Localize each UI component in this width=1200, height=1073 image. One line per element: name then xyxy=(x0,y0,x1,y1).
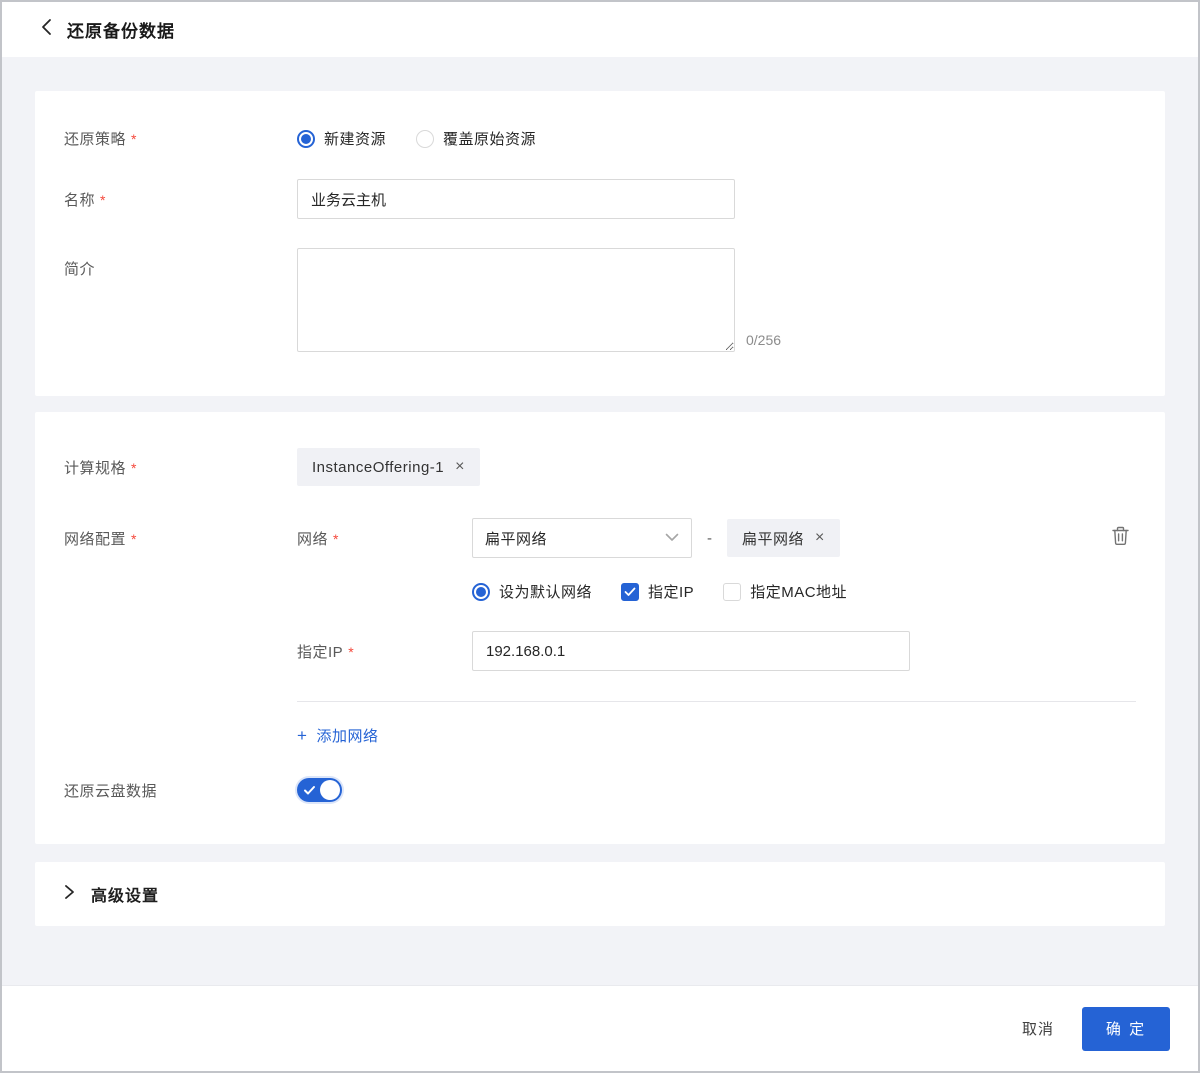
radio-label: 设为默认网络 xyxy=(499,581,592,602)
checkbox-label: 指定MAC地址 xyxy=(750,581,847,602)
restore-volume-toggle[interactable] xyxy=(297,778,342,802)
basic-info-card: 还原策略* 新建资源 覆盖原始资源 名称* xyxy=(35,91,1165,396)
remove-tag-icon[interactable]: × xyxy=(815,530,825,546)
network-select-row: 网络* 扁平网络 - 扁平网络 × xyxy=(297,518,1136,558)
network-area: 网络* 扁平网络 - 扁平网络 × xyxy=(297,518,1136,746)
radio-label: 新建资源 xyxy=(324,128,386,149)
assign-ip-label: 指定IP* xyxy=(297,631,472,662)
checkbox-icon xyxy=(621,583,639,601)
network-select[interactable]: 扁平网络 xyxy=(472,518,692,558)
l3-network-tag: 扁平网络 × xyxy=(727,519,840,557)
assign-ip-row: 指定IP* xyxy=(297,631,1136,671)
toggle-knob xyxy=(320,780,340,800)
required-mark: * xyxy=(131,131,137,147)
required-mark: * xyxy=(100,192,106,208)
char-counter: 0/256 xyxy=(746,332,781,352)
restore-backup-page: 还原备份数据 还原策略* 新建资源 覆盖原始资源 xyxy=(0,0,1200,1073)
add-network-label: 添加网络 xyxy=(316,725,378,746)
remove-tag-icon[interactable]: × xyxy=(455,459,465,475)
restore-volume-label: 还原云盘数据 xyxy=(64,780,297,801)
config-card: 计算规格* InstanceOffering-1 × 网络配置* 网络* xyxy=(35,412,1165,844)
advanced-settings-label: 高级设置 xyxy=(91,882,159,906)
checkbox-icon xyxy=(723,583,741,601)
radio-label: 覆盖原始资源 xyxy=(443,128,536,149)
description-field-wrap: 0/256 xyxy=(297,248,781,352)
assign-ip-input[interactable] xyxy=(472,631,910,671)
required-mark: * xyxy=(131,460,137,476)
back-button[interactable] xyxy=(40,18,53,41)
required-mark: * xyxy=(131,531,137,547)
delete-network-button[interactable] xyxy=(1111,526,1130,551)
required-mark: * xyxy=(333,531,339,547)
chevron-left-icon xyxy=(40,18,53,41)
radio-icon xyxy=(416,130,434,148)
instance-offering-tag: InstanceOffering-1 × xyxy=(297,448,480,486)
name-label: 名称* xyxy=(64,179,297,210)
tag-text: InstanceOffering-1 xyxy=(312,459,444,476)
tag-text: 扁平网络 xyxy=(742,528,804,549)
radio-icon xyxy=(472,583,490,601)
description-textarea[interactable] xyxy=(297,248,735,352)
radio-overwrite-original[interactable]: 覆盖原始资源 xyxy=(416,128,536,149)
name-row: 名称* xyxy=(64,179,1136,219)
cancel-button[interactable]: 取消 xyxy=(1022,1018,1054,1039)
confirm-button[interactable]: 确 定 xyxy=(1082,1007,1170,1051)
plus-icon: + xyxy=(297,727,307,744)
restore-policy-row: 还原策略* 新建资源 覆盖原始资源 xyxy=(64,128,1136,149)
page-header: 还原备份数据 xyxy=(2,2,1198,57)
default-network-radio[interactable]: 设为默认网络 xyxy=(472,581,592,602)
instance-offering-row: 计算规格* InstanceOffering-1 × xyxy=(64,448,1136,486)
restore-policy-label: 还原策略* xyxy=(64,128,297,149)
chevron-right-icon xyxy=(64,884,75,905)
network-label: 网络* xyxy=(297,528,472,549)
network-select-value: 扁平网络 xyxy=(485,528,547,549)
trash-icon xyxy=(1111,526,1130,551)
description-row: 简介 0/256 xyxy=(64,248,1136,352)
required-mark: * xyxy=(348,644,354,660)
chevron-down-icon xyxy=(665,529,679,547)
assign-ip-checkbox[interactable]: 指定IP xyxy=(621,581,694,602)
divider xyxy=(297,701,1136,702)
network-options-row: 设为默认网络 指定IP 指定MAC地址 xyxy=(297,581,1136,602)
radio-icon xyxy=(297,130,315,148)
network-config-row: 网络配置* 网络* 扁平网络 - xyxy=(64,518,1136,746)
name-input[interactable] xyxy=(297,179,735,219)
restore-policy-radio-group: 新建资源 覆盖原始资源 xyxy=(297,128,536,149)
radio-new-resource[interactable]: 新建资源 xyxy=(297,128,386,149)
check-icon xyxy=(303,783,316,801)
footer-bar: 取消 确 定 xyxy=(2,985,1198,1071)
separator-dash: - xyxy=(707,530,712,547)
network-config-label: 网络配置* xyxy=(64,518,297,549)
description-label: 简介 xyxy=(64,248,297,279)
assign-mac-checkbox[interactable]: 指定MAC地址 xyxy=(723,581,847,602)
page-title: 还原备份数据 xyxy=(67,17,175,42)
content-area: 还原策略* 新建资源 覆盖原始资源 名称* xyxy=(2,57,1198,985)
instance-offering-label: 计算规格* xyxy=(64,457,297,478)
add-network-button[interactable]: + 添加网络 xyxy=(297,725,378,746)
restore-volume-row: 还原云盘数据 xyxy=(64,778,1136,802)
checkbox-label: 指定IP xyxy=(648,581,694,602)
advanced-settings-card[interactable]: 高级设置 xyxy=(35,862,1165,926)
